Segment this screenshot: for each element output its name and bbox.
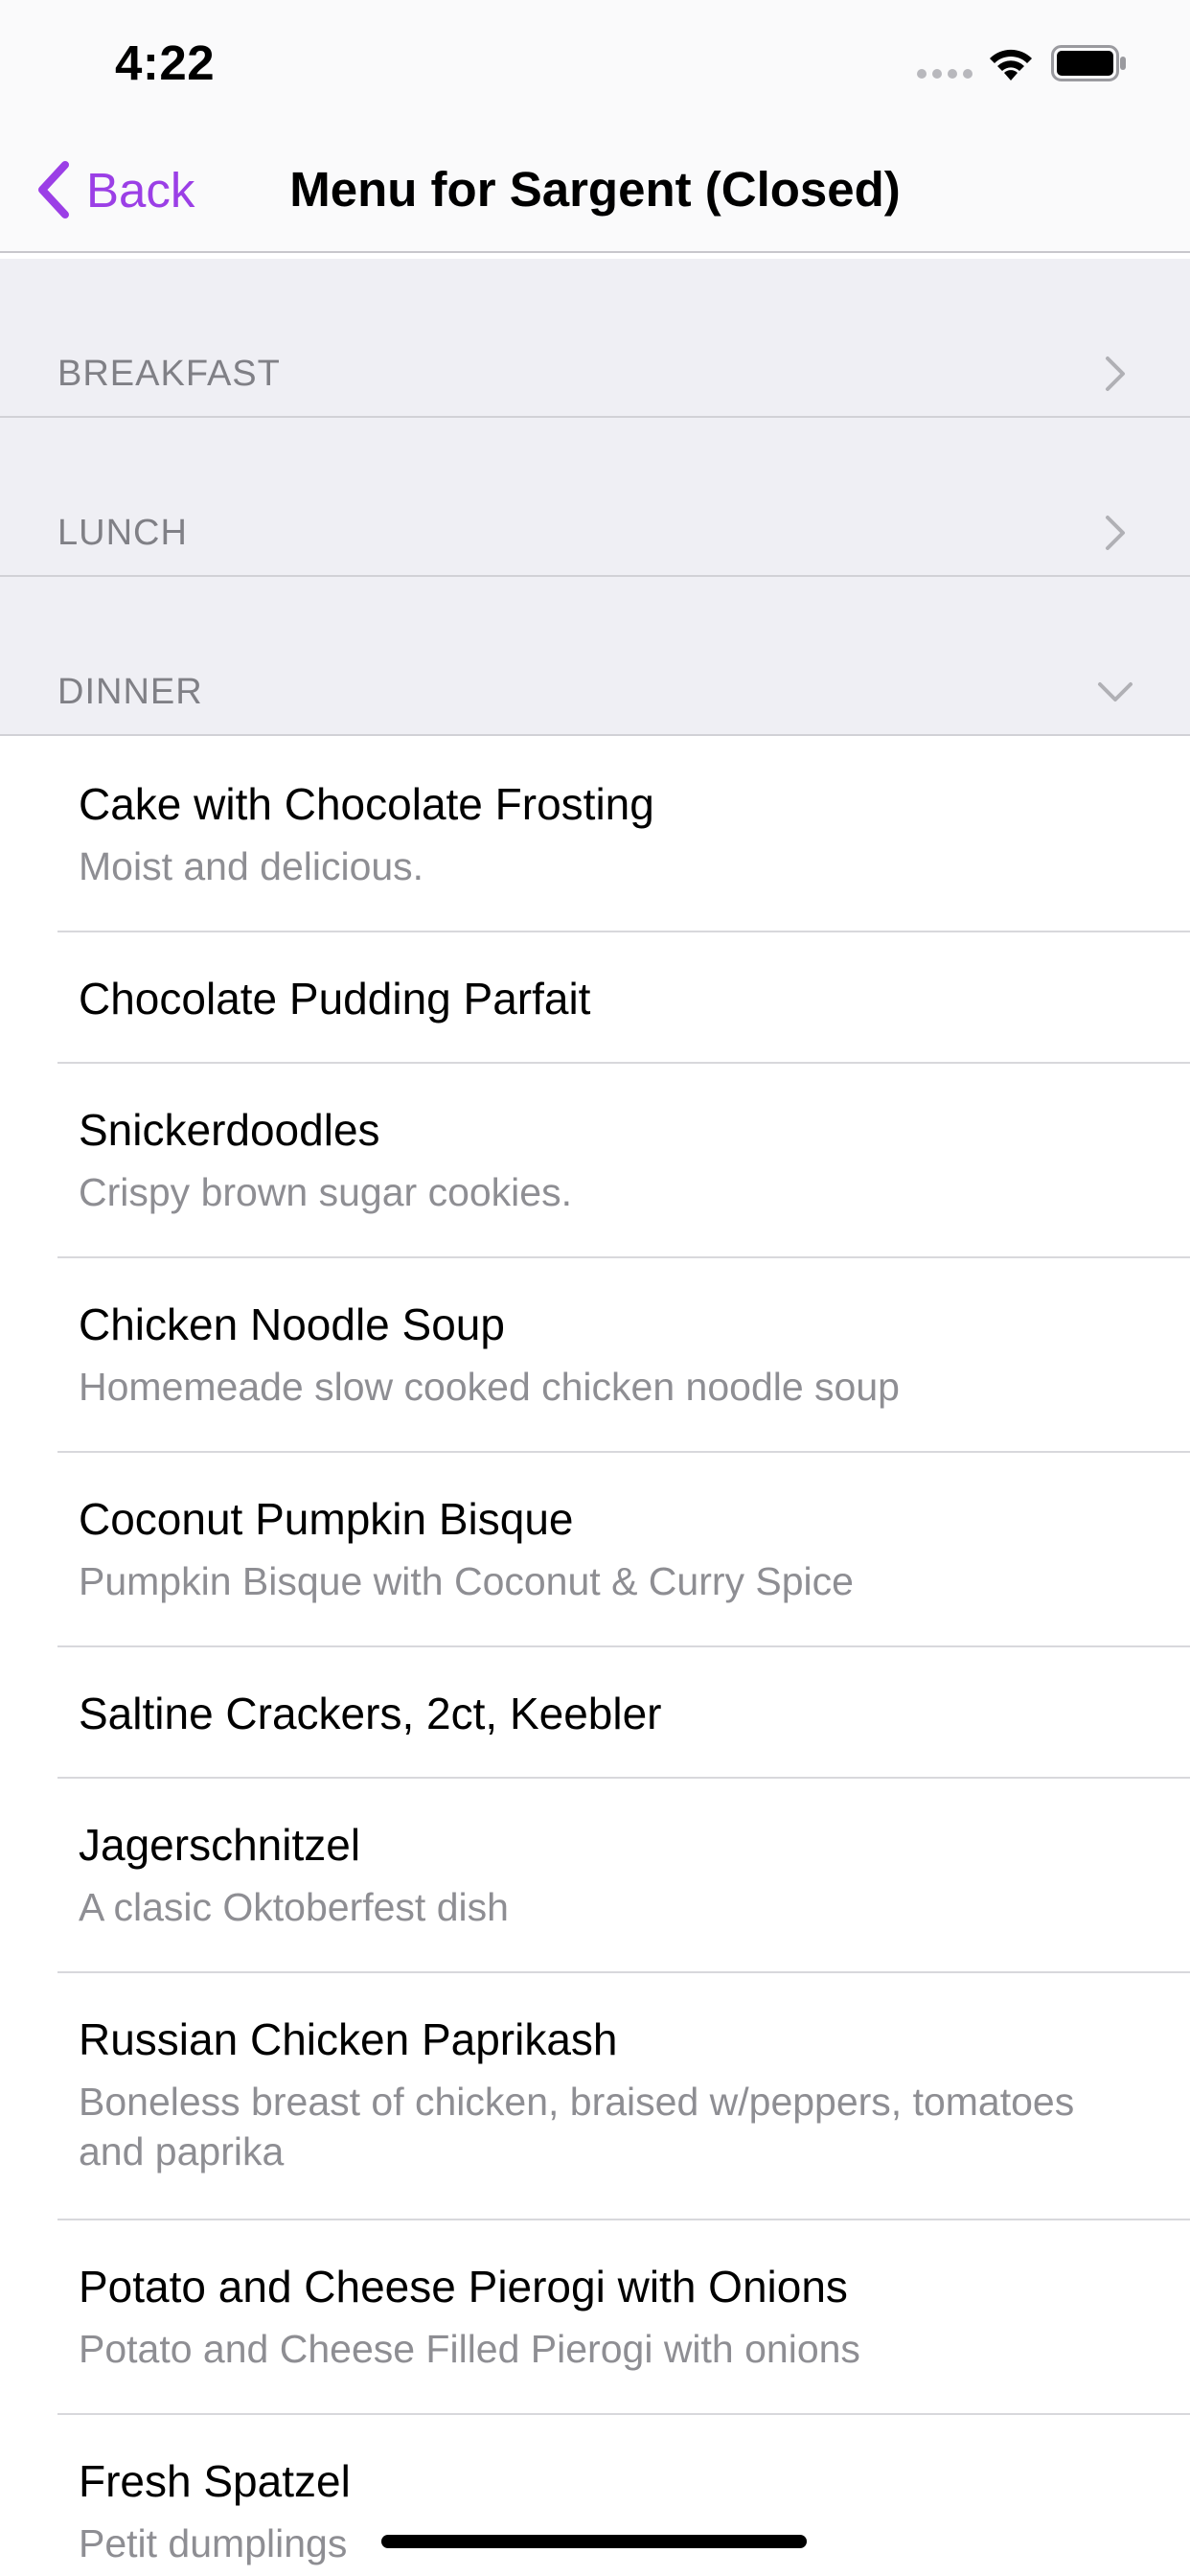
list-item[interactable]: Snickerdoodles Crispy brown sugar cookie… (0, 1064, 1190, 1258)
section-header-lunch[interactable]: LUNCH (0, 418, 1190, 577)
section-header-breakfast[interactable]: BREAKFAST (0, 259, 1190, 418)
home-indicator[interactable] (381, 2535, 807, 2548)
list-item[interactable]: Fresh Spatzel Petit dumplings (0, 2415, 1190, 2576)
item-description: Homemeade slow cooked chicken noodle sou… (79, 1365, 900, 1409)
page-title-text: Menu for Sargent (Closed) (289, 162, 901, 217)
list-item[interactable]: Cake with Chocolate Frosting Moist and d… (0, 738, 1190, 932)
item-description: Pumpkin Bisque with Coconut & Curry Spic… (79, 1559, 854, 1603)
list-item[interactable]: Coconut Pumpkin Bisque Pumpkin Bisque wi… (0, 1453, 1190, 1647)
page-title: Menu for Sargent (Closed) (0, 155, 1190, 224)
section-header-dinner[interactable]: DINNER (0, 577, 1190, 736)
list-item[interactable]: Chicken Noodle Soup Homemeade slow cooke… (0, 1258, 1190, 1453)
list-item[interactable]: Chocolate Pudding Parfait (0, 932, 1190, 1064)
section-label: DINNER (57, 672, 203, 712)
item-name: Russian Chicken Paprikash (79, 2014, 618, 2064)
item-description: A clasic Oktoberfest dish (79, 1885, 509, 1929)
item-name: Snickerdoodles (79, 1105, 380, 1155)
item-name: Potato and Cheese Pierogi with Onions (79, 2262, 848, 2312)
dinner-menu-list: Cake with Chocolate Frosting Moist and d… (0, 738, 1190, 2576)
item-description: Boneless breast of chicken, braised w/pe… (79, 2080, 1075, 2174)
item-name: Chicken Noodle Soup (79, 1300, 505, 1349)
item-name: Saltine Crackers, 2ct, Keebler (79, 1689, 662, 1738)
status-time: 4:22 (115, 35, 216, 90)
chevron-right-icon (1106, 356, 1125, 391)
item-name: Jagerschnitzel (79, 1820, 361, 1870)
item-name: Coconut Pumpkin Bisque (79, 1494, 574, 1544)
item-description: Crispy brown sugar cookies. (79, 1170, 572, 1214)
chevron-down-icon (1098, 682, 1133, 702)
list-item[interactable]: Saltine Crackers, 2ct, Keebler (0, 1647, 1190, 1779)
section-label: LUNCH (57, 513, 188, 553)
section-label: BREAKFAST (57, 354, 281, 394)
wifi-icon (990, 49, 1032, 80)
item-description: Moist and delicious. (79, 844, 424, 888)
chevron-right-icon (1106, 516, 1125, 550)
item-name: Cake with Chocolate Frosting (79, 779, 654, 829)
signal-icon (917, 69, 973, 79)
list-item[interactable]: Potato and Cheese Pierogi with Onions Po… (0, 2220, 1190, 2415)
list-item[interactable]: Russian Chicken Paprikash Boneless breas… (0, 1973, 1190, 2220)
battery-icon (1051, 45, 1126, 81)
item-name: Fresh Spatzel (79, 2456, 351, 2506)
item-name: Chocolate Pudding Parfait (79, 974, 591, 1024)
status-bar: 4:22 (0, 0, 1190, 126)
item-description: Potato and Cheese Filled Pierogi with on… (79, 2327, 860, 2371)
navigation-bar: Back Menu for Sargent (Closed) (0, 126, 1190, 253)
list-item[interactable]: Jagerschnitzel A clasic Oktoberfest dish (0, 1779, 1190, 1973)
